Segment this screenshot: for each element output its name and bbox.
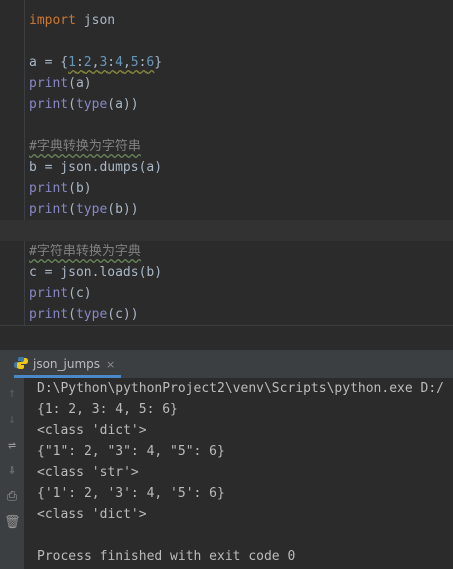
code-token: type: [75, 97, 108, 112]
code-line[interactable]: print(type(a)): [29, 94, 139, 115]
current-line-highlight: [0, 220, 453, 241]
code-token: 5: [130, 55, 139, 70]
code-token: print: [29, 76, 69, 91]
code-token: import: [29, 13, 76, 28]
close-icon[interactable]: ×: [106, 358, 115, 371]
scroll-down-icon[interactable]: ↓: [4, 412, 20, 428]
output-line: <class 'dict'>: [37, 423, 147, 438]
code-token: (c)): [107, 307, 139, 322]
output-line: Process finished with exit code 0: [37, 549, 296, 564]
code-token: }: [154, 55, 163, 70]
run-tab-label: json_jumps: [33, 357, 101, 371]
trash-icon[interactable]: 🗑: [4, 515, 21, 531]
code-token: json: [75, 13, 116, 28]
code-token: type: [75, 307, 108, 322]
code-token: print: [29, 307, 69, 322]
console-output[interactable]: D:\Python\pythonProject2\venv\Scripts\py…: [24, 378, 453, 569]
code-token: 2: [83, 55, 92, 70]
code-line[interactable]: a = {1:2,3:4,5:6}: [29, 52, 162, 73]
code-token: print: [29, 286, 69, 301]
code-line[interactable]: print(c): [29, 283, 92, 304]
code-line[interactable]: print(a): [29, 73, 92, 94]
output-line: {1: 2, 3: 4, 5: 6}: [37, 402, 178, 417]
code-token: (: [68, 307, 76, 322]
code-editor[interactable]: import json a = {1:2,3:4,5:6} print(a) prin…: [0, 0, 453, 325]
code-token: (b): [68, 181, 92, 196]
code-token: print: [29, 202, 69, 217]
code-token: type: [75, 202, 108, 217]
console-toolbar: ↑ ↓ ⇌ ⇩ ⎙ 🗑: [0, 378, 24, 569]
run-tab-json-jumps[interactable]: json_jumps ×: [14, 350, 122, 378]
code-token: :: [107, 55, 116, 70]
editor-gutter: [0, 0, 25, 325]
output-line: D:\Python\pythonProject2\venv\Scripts\py…: [37, 381, 444, 396]
code-token: (a): [68, 76, 92, 91]
code-token: :: [75, 55, 84, 70]
code-token: (: [68, 202, 76, 217]
code-token: print: [29, 181, 69, 196]
code-token: a = {: [29, 55, 69, 70]
print-icon[interactable]: ⎙: [4, 489, 20, 505]
code-token: print: [29, 97, 69, 112]
code-line[interactable]: import json: [29, 10, 115, 31]
code-line[interactable]: #字符串转换为字典: [29, 241, 141, 262]
code-token: b = json.dumps(a): [29, 160, 163, 175]
output-line: <class 'dict'>: [37, 507, 147, 522]
output-line: <class 'str'>: [37, 465, 139, 480]
code-token: #字符串转换为字典: [29, 244, 141, 259]
code-line[interactable]: print(b): [29, 178, 92, 199]
code-line[interactable]: print(type(c)): [29, 304, 139, 325]
output-line: {"1": 2, "3": 4, "5": 6}: [37, 444, 225, 459]
python-icon: [14, 357, 28, 369]
code-token: 4: [115, 55, 123, 70]
code-token: (a)): [107, 97, 139, 112]
code-token: (c): [68, 286, 92, 301]
scroll-to-end-icon[interactable]: ⇩: [4, 463, 20, 479]
code-line[interactable]: b = json.dumps(a): [29, 157, 162, 178]
code-line[interactable]: #字典转换为字符串: [29, 136, 141, 157]
scroll-up-icon[interactable]: ↑: [4, 386, 20, 402]
code-token: (b)): [107, 202, 139, 217]
code-token: #字典转换为字符串: [29, 139, 141, 154]
code-token: (: [68, 97, 76, 112]
panel-divider[interactable]: [0, 325, 453, 350]
code-token: 1: [68, 55, 76, 70]
run-tool-window-header: json_jumps ×: [0, 350, 453, 379]
code-line[interactable]: c = json.loads(b): [29, 262, 162, 283]
code-line[interactable]: print(type(b)): [29, 199, 139, 220]
soft-wrap-icon[interactable]: ⇌: [4, 438, 20, 454]
code-token: c = json.loads(b): [29, 265, 163, 280]
code-token: ,: [122, 55, 131, 70]
output-line: {'1': 2, '3': 4, '5': 6}: [37, 486, 225, 501]
